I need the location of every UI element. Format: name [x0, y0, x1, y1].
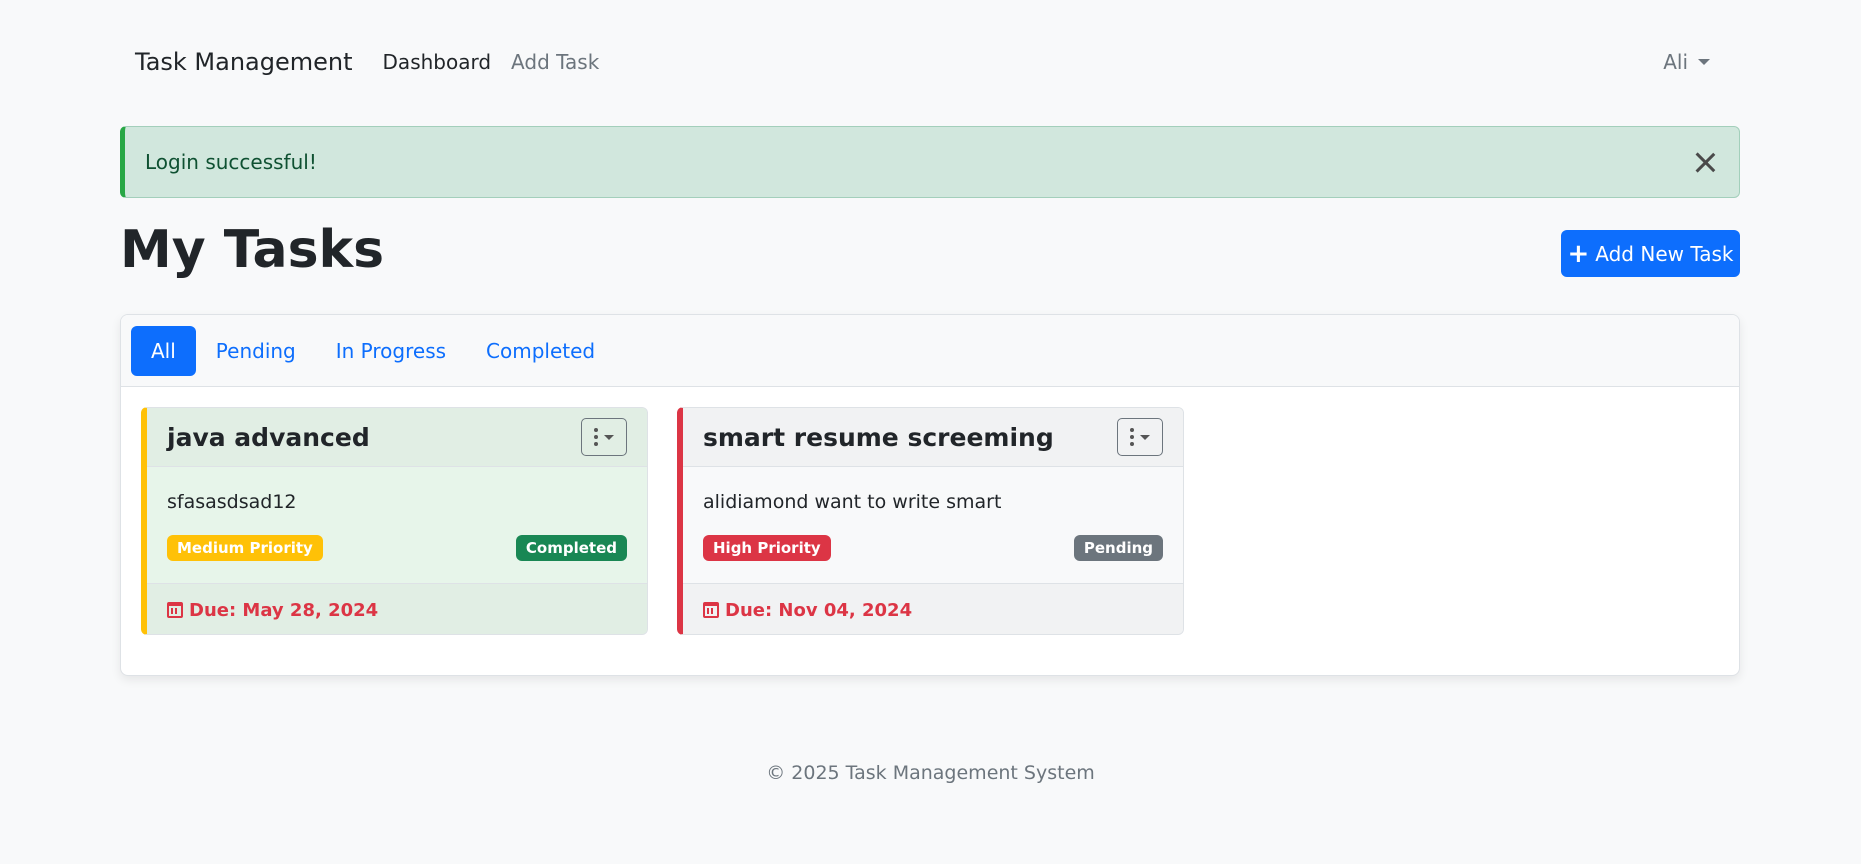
add-new-task-label: Add New Task — [1595, 241, 1734, 266]
tab-all[interactable]: All — [131, 325, 196, 376]
task-description: sfasasdsad12 — [167, 491, 297, 513]
navbar: Task Management Dashboard Add Task Ali — [120, 34, 1740, 90]
task-title: java advanced — [167, 422, 370, 452]
user-dropdown[interactable]: Ali — [1663, 50, 1710, 74]
due-date-text: Due: May 28, 2024 — [189, 599, 379, 621]
kebab-icon — [1130, 428, 1134, 446]
task-card: java advanced sfasasdsad12 Medium Priori… — [141, 407, 648, 635]
task-card: smart resume screeming alidiamond want t… — [677, 407, 1184, 635]
task-options-button[interactable] — [1117, 418, 1163, 456]
kebab-icon — [594, 428, 598, 446]
tab-in-progress[interactable]: In Progress — [316, 326, 466, 376]
task-options-button[interactable] — [581, 418, 627, 456]
chevron-down-icon — [1698, 59, 1710, 65]
add-new-task-button[interactable]: + Add New Task — [1561, 230, 1740, 277]
calendar-icon — [703, 602, 719, 618]
page-title: My Tasks — [120, 220, 385, 280]
task-badges: High Priority Pending — [703, 535, 1163, 561]
tab-completed[interactable]: Completed — [466, 326, 615, 376]
tab-pending[interactable]: Pending — [196, 326, 316, 376]
task-card-body: alidiamond want to write smart High Prio… — [683, 467, 1183, 584]
due-date: Due: Nov 04, 2024 — [703, 600, 912, 621]
footer-text: © 2025 Task Management System — [766, 762, 1095, 784]
task-card-header: smart resume screeming — [683, 408, 1183, 467]
nav-link-add-task[interactable]: Add Task — [511, 50, 599, 74]
task-card-body: sfasasdsad12 Medium Priority Completed — [147, 467, 647, 584]
task-title: smart resume screeming — [703, 422, 1054, 452]
task-card-footer: Due: May 28, 2024 — [147, 584, 647, 634]
due-date: Due: May 28, 2024 — [167, 600, 378, 621]
due-date-text: Due: Nov 04, 2024 — [725, 599, 913, 621]
task-description: alidiamond want to write smart — [703, 491, 1002, 513]
alert-message: Login successful! — [145, 150, 317, 174]
priority-badge: Medium Priority — [167, 535, 323, 561]
chevron-down-icon — [1140, 434, 1150, 440]
brand-link[interactable]: Task Management — [135, 48, 353, 76]
priority-badge: High Priority — [703, 535, 831, 561]
task-badges: Medium Priority Completed — [167, 535, 627, 561]
user-name: Ali — [1663, 50, 1688, 74]
status-badge: Completed — [515, 535, 627, 561]
calendar-icon — [167, 602, 183, 618]
status-badge: Pending — [1073, 535, 1163, 561]
plus-icon: + — [1567, 238, 1590, 269]
task-card-footer: Due: Nov 04, 2024 — [683, 584, 1183, 634]
tasks-panel: All Pending In Progress Completed java a… — [120, 314, 1740, 676]
nav-link-dashboard[interactable]: Dashboard — [383, 50, 492, 74]
chevron-down-icon — [604, 434, 614, 440]
filter-tabs: All Pending In Progress Completed — [121, 315, 1739, 387]
success-alert: Login successful! — [120, 126, 1740, 198]
task-card-header: java advanced — [147, 408, 647, 467]
close-icon[interactable] — [1691, 148, 1719, 176]
